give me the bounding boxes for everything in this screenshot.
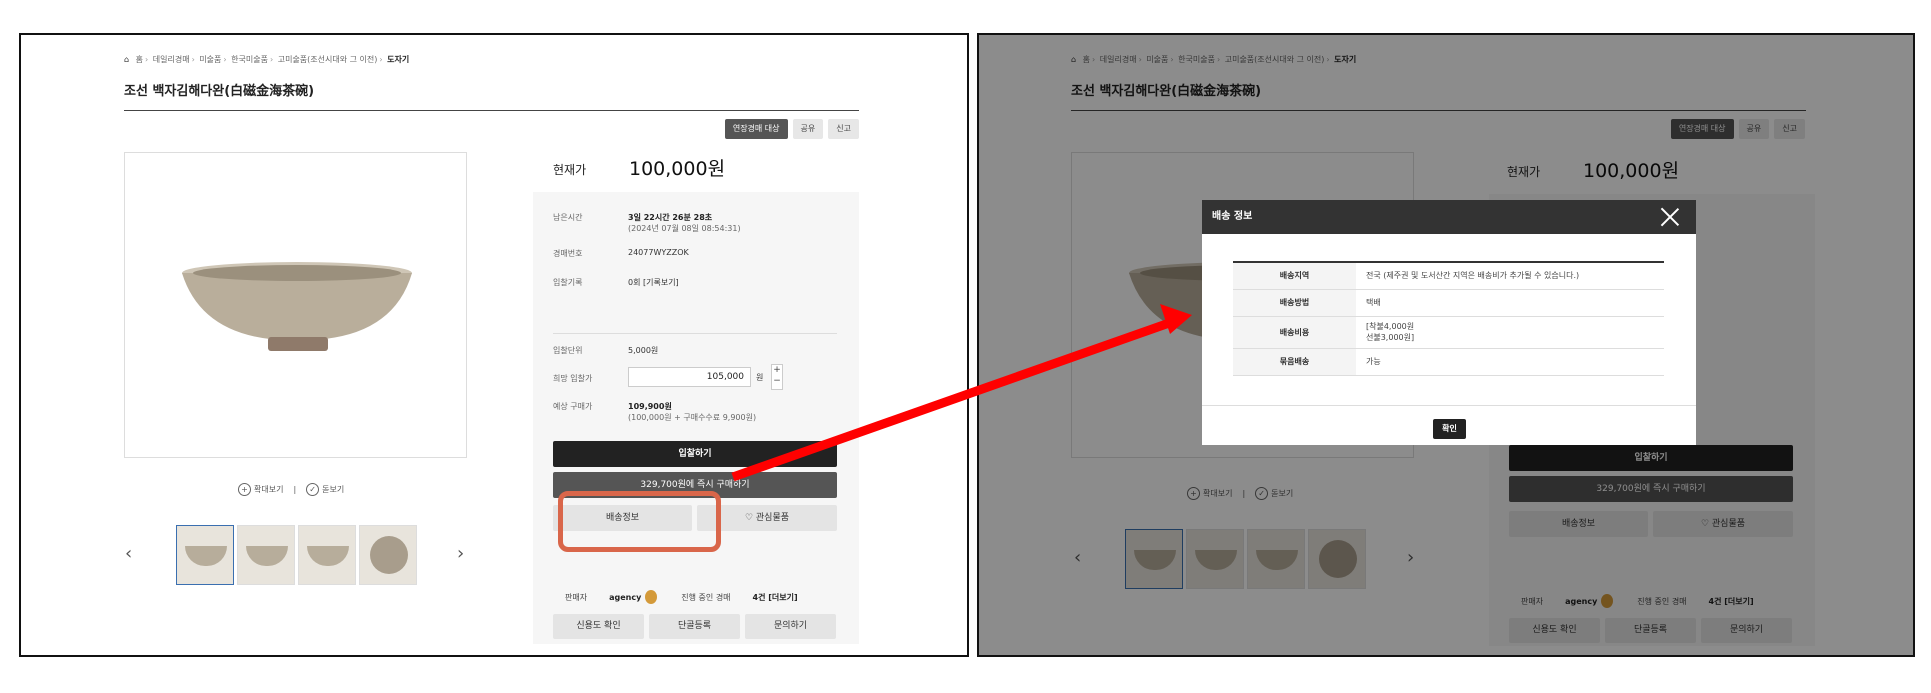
shipping-info-modal: 배송 정보 배송지역 전국 (제주권 및 도서산간 지역은 배송비가 추가될 수… (1202, 200, 1696, 445)
product-image[interactable] (124, 152, 467, 458)
zoom-icon: + (238, 483, 251, 496)
price-stepper[interactable]: + − (771, 364, 783, 390)
won-unit: 원 (756, 373, 764, 382)
table-header-cell: 배송지역 (1233, 262, 1356, 290)
page-title: 조선 백자김해다완(白磁金海茶碗) (124, 84, 315, 99)
report-button[interactable]: 신고 (828, 119, 859, 139)
table-row: 배송비용 [착불4,000원 선불3,000원] (1233, 316, 1664, 349)
estimate-sub: (100,000원 + 구매수수료 9,900원) (628, 413, 757, 422)
bids-value[interactable]: 0회 [기록보기] (628, 277, 679, 288)
lot-value: 24077WYZZOK (628, 248, 689, 257)
time-row: 남은시간 3일 22시간 26분 28초 (2024년 07월 08일 08:54… (553, 213, 741, 233)
product-page: ⌂ 홈 › 데일리경매 › 미술품 › 한국미술품 › 고미술품(조선시대와 그 이전)… (21, 35, 967, 655)
shipping-table: 배송지역 전국 (제주권 및 도서산간 지역은 배송비가 추가될 수 있습니다.… (1233, 261, 1664, 376)
magnifier-icon: ✓ (306, 483, 320, 496)
estimate-row: 예상 구매가 109,900원 (100,000원 + 구매수수료 9,900원) (553, 402, 757, 422)
breadcrumb-item[interactable]: 홈 (136, 55, 143, 64)
time-value: 3일 22시간 26분 28초 (628, 213, 713, 222)
thumbnail[interactable] (359, 525, 417, 585)
view-divider: | (293, 485, 297, 494)
hope-label: 희망 입찰가 (553, 374, 593, 383)
extend-auction-badge: 연장경매 대상 (724, 119, 788, 139)
thumbnail[interactable] (237, 525, 295, 585)
product-page-screenshot: ⌂ 홈 › 데일리경매 › 미술품 › 한국미술품 › 고미술품(조선시대와 그 이전)… (19, 33, 969, 657)
share-button[interactable]: 공유 (792, 119, 824, 139)
highlight-box (558, 491, 721, 552)
modal-title: 배송 정보 (1212, 211, 1253, 222)
view-links: + 확대보기 | ✓ 돋보기 (238, 483, 344, 496)
breadcrumb-item[interactable]: 미술품 (199, 55, 221, 64)
price-label: 현재가 (553, 163, 587, 177)
home-icon[interactable]: ⌂ (124, 55, 129, 64)
time-sub: (2024년 07월 08일 08:54:31) (628, 224, 741, 233)
breadcrumb-item[interactable]: 데일리경매 (153, 55, 190, 64)
modal-header: 배송 정보 (1202, 200, 1696, 234)
table-cell: 가능 (1356, 348, 1664, 376)
thumbnail[interactable] (176, 525, 234, 585)
confirm-button[interactable]: 확인 (1433, 419, 1466, 439)
table-header-cell: 배송비용 (1233, 316, 1356, 349)
table-header-cell: 묶음배송 (1233, 348, 1356, 376)
thumb-prev-icon[interactable]: ‹ (125, 543, 132, 564)
minus-icon: − (773, 376, 781, 386)
price-value: 100,000원 (629, 158, 726, 180)
bids-row: 입찰기록 0회 [기록보기] (553, 278, 679, 287)
table-row: 묶음배송 가능 (1233, 348, 1664, 376)
lot-row: 경매번호 24077WYZZOK (553, 248, 689, 258)
breadcrumb-item[interactable]: 한국미술품 (231, 55, 268, 64)
title-divider (124, 110, 859, 111)
table-cell: 전국 (제주권 및 도서산간 지역은 배송비가 추가될 수 있습니다.) (1356, 262, 1664, 290)
seller-line: 판매자 agency 진행 중인 경매 4건 [더보기] (565, 590, 798, 604)
favorite-seller-button[interactable]: 단골등록 (649, 614, 740, 639)
thumb-next-icon[interactable]: › (457, 543, 464, 564)
breadcrumb-current: 도자기 (387, 55, 410, 64)
plus-icon: + (773, 365, 781, 375)
breadcrumb: ⌂ 홈 › 데일리경매 › 미술품 › 한국미술품 › 고미술품(조선시대와 그 이전)… (124, 55, 410, 64)
modal-screenshot: ⌂ 홈 › 데일리경매 › 미술품 › 한국미술품 › 고미술품(조선시대와 그 이전)… (977, 33, 1915, 657)
table-row: 배송지역 전국 (제주권 및 도서산간 지역은 배송비가 추가될 수 있습니다.… (1233, 262, 1664, 290)
zoom-link[interactable]: + 확대보기 (238, 483, 283, 496)
modal-footer-divider (1202, 405, 1696, 406)
bowl-image (182, 262, 412, 351)
table-row: 배송방법 택배 (1233, 289, 1664, 317)
table-cell: [착불4,000원 선불3,000원] (1356, 316, 1664, 349)
ongoing-count[interactable]: 4건 [더보기] (753, 592, 798, 603)
inquiry-button[interactable]: 문의하기 (745, 614, 836, 639)
magnifier-link[interactable]: ✓ 돋보기 (306, 483, 344, 496)
unit-value: 5,000원 (628, 346, 659, 355)
bid-button[interactable]: 입찰하기 (553, 441, 837, 467)
info-divider (553, 333, 837, 334)
credit-button[interactable]: 신용도 확인 (553, 614, 644, 639)
seller-box: 판매자 agency 진행 중인 경매 4건 [더보기] 신용도 확인 단골등록… (533, 572, 859, 655)
close-icon[interactable] (1660, 207, 1680, 227)
unit-row: 입찰단위 5,000원 (553, 346, 659, 355)
tag-row: 연장경매 대상 공유 신고 (724, 119, 859, 139)
table-cell: 택배 (1356, 289, 1664, 317)
thumbnail[interactable] (298, 525, 356, 585)
breadcrumb-item[interactable]: 고미술품(조선시대와 그 이전) (278, 55, 378, 64)
hope-price-input[interactable]: 105,000 (628, 367, 751, 387)
thumbnail-strip (176, 525, 417, 585)
medal-icon (645, 590, 658, 604)
table-header-cell: 배송방법 (1233, 289, 1356, 317)
seller-name[interactable]: agency (609, 593, 641, 602)
estimate-value: 109,900원 (628, 402, 672, 411)
